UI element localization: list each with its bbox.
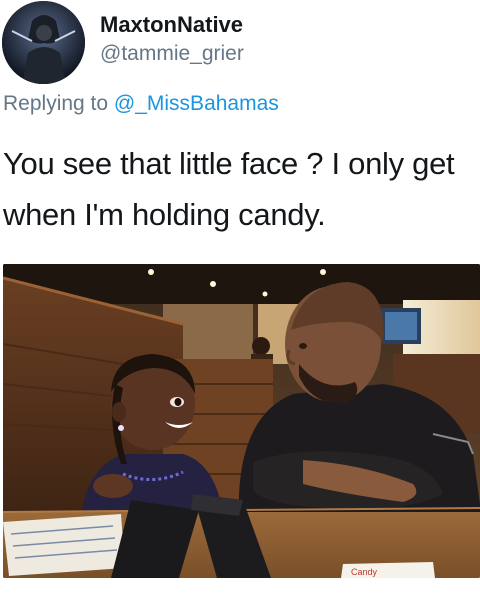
tweet-text: You see that little face ? I only get wh…: [3, 138, 477, 240]
avatar-image: [2, 1, 85, 84]
display-name[interactable]: MaxtonNative: [100, 12, 243, 38]
photo-scene: Candy: [3, 264, 480, 578]
reply-context: Replying to @_MissBahamas: [3, 92, 279, 116]
candy-card-label: Candy: [351, 567, 378, 577]
reply-prefix: Replying to: [3, 92, 109, 115]
user-handle[interactable]: @tammie_grier: [100, 42, 244, 66]
tweet-text-line: You see that little face ? I only get: [3, 146, 455, 181]
avatar[interactable]: [2, 1, 85, 84]
tweet-header: MaxtonNative @tammie_grier: [0, 0, 480, 86]
reply-mention-link[interactable]: @_MissBahamas: [114, 92, 279, 115]
tweet-text-line: when I'm holding candy.: [3, 197, 326, 232]
tweet-photo[interactable]: Candy: [3, 264, 480, 578]
